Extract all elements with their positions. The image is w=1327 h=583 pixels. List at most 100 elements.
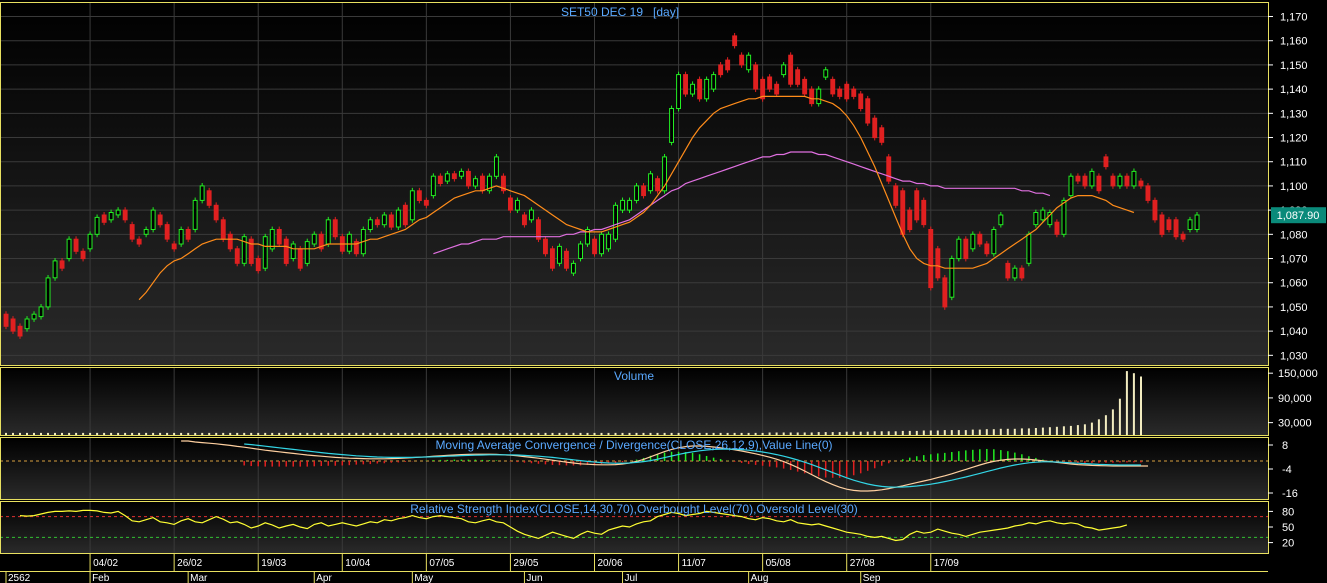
month-tick-label: Feb <box>92 573 110 583</box>
candle-body <box>17 325 23 337</box>
candle-body <box>641 185 646 197</box>
volume-bar <box>544 432 547 435</box>
candle-body <box>1180 233 1186 240</box>
volume-bar <box>845 431 848 435</box>
volume-bar <box>579 432 582 435</box>
volume-bar <box>110 432 113 435</box>
volume-bar <box>453 432 456 435</box>
candle-body <box>648 173 653 192</box>
volume-bar <box>1125 371 1128 435</box>
month-tick-label: Mar <box>190 573 208 583</box>
volume-bar <box>719 432 722 435</box>
candle-body <box>451 173 457 180</box>
volume-bar <box>1006 428 1009 435</box>
candle-body <box>550 248 555 269</box>
volume-bar <box>61 432 63 435</box>
volume-bar <box>145 432 148 435</box>
volume-bar <box>341 432 344 435</box>
macd-tick-label: -4 <box>1282 464 1292 476</box>
candle-body <box>1159 214 1165 235</box>
volume-bar <box>201 432 204 435</box>
candle-body <box>437 175 443 184</box>
price-tick-label: 1,050 <box>1280 302 1308 314</box>
volume-bar <box>257 432 260 435</box>
candle-body <box>998 214 1004 226</box>
volume-bar <box>369 432 372 435</box>
price-chart-title: SET50 DEC 19 [day] <box>561 5 679 19</box>
candle-body <box>122 209 128 221</box>
volume-bar <box>586 432 589 435</box>
candle-body <box>732 35 738 47</box>
candle-body <box>669 108 674 143</box>
rsi-tick-label: 20 <box>1282 538 1294 550</box>
candle-body <box>38 306 44 318</box>
volume-bar <box>775 432 778 435</box>
volume-bar <box>327 432 330 435</box>
candle-body <box>620 199 625 211</box>
candle-body <box>466 170 471 187</box>
volume-bar <box>474 432 477 435</box>
volume-bar <box>873 431 876 435</box>
volume-bar <box>600 432 603 435</box>
x-axis: 04/02 26/02 19/03 10/04 07/05 29/05 20/06 11/07… <box>5 553 959 583</box>
date-tick-label: 26/02 <box>177 558 202 569</box>
volume-bar <box>971 429 974 435</box>
volume-bar <box>677 432 680 435</box>
candle-body <box>297 248 303 269</box>
volume-bar <box>313 432 316 435</box>
volume-bar <box>152 432 155 435</box>
volume-bar <box>1034 428 1037 435</box>
price-tick-label: 1,160 <box>1280 36 1308 48</box>
candle-body <box>851 88 857 97</box>
volume-bar <box>1027 428 1030 435</box>
candle-body <box>1012 267 1018 279</box>
price-tick-label: 1,140 <box>1280 84 1308 96</box>
candle-body <box>1145 185 1151 201</box>
rsi-tick-label: 50 <box>1282 522 1294 534</box>
candle-body <box>494 156 499 177</box>
candle-body <box>718 64 724 76</box>
candle-body <box>508 197 513 211</box>
volume-bar <box>439 432 442 435</box>
candle-body <box>332 219 338 238</box>
candle-body <box>529 209 534 221</box>
rsi-title: Relative Strength Index(CLOSE,14,30,70),… <box>410 502 858 516</box>
price-tick-label: 1,030 <box>1280 350 1308 362</box>
candle-body <box>564 250 569 269</box>
month-tick-label: Jul <box>625 573 638 583</box>
volume-bar <box>47 432 49 435</box>
volume-bar <box>684 432 687 435</box>
volume-bar <box>54 432 56 435</box>
candle-body <box>774 83 780 95</box>
candle-body <box>1075 175 1081 182</box>
volume-bar <box>992 429 995 435</box>
volume-bar <box>712 432 715 435</box>
volume-bar <box>194 432 197 435</box>
volume-bar <box>348 432 351 435</box>
volume-bar <box>621 432 624 435</box>
volume-bar <box>670 432 673 435</box>
candle-body <box>150 209 156 231</box>
candle-body <box>101 214 107 223</box>
volume-bar <box>292 432 295 435</box>
candle-body <box>522 214 527 226</box>
price-tick-label: 1,120 <box>1280 133 1308 145</box>
candle-body <box>963 238 969 260</box>
candle-body <box>227 233 233 250</box>
price-tick-label: 1,150 <box>1280 60 1308 72</box>
candle-body <box>1082 175 1088 187</box>
volume-bar <box>999 428 1002 435</box>
candle-body <box>388 214 394 228</box>
volume-bar <box>404 432 407 435</box>
month-tick-label: May <box>414 573 433 583</box>
candle-body <box>367 219 373 231</box>
volume-bar <box>572 432 575 435</box>
volume-bar <box>397 432 400 435</box>
volume-bar <box>733 432 736 435</box>
date-tick-label: 07/05 <box>429 558 454 569</box>
volume-bar <box>887 431 890 435</box>
candle-body <box>262 236 268 269</box>
volume-title: Volume <box>614 369 654 383</box>
date-tick-label: 04/02 <box>93 558 118 569</box>
volume-bar <box>1118 398 1121 435</box>
